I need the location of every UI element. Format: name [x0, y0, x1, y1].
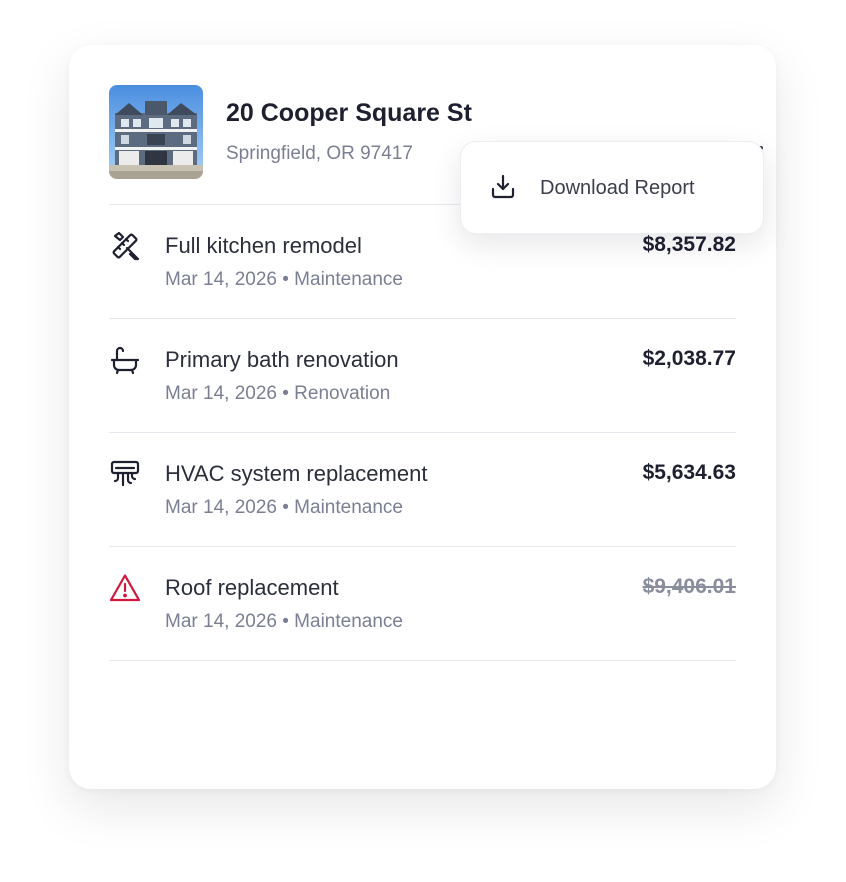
- project-amount: $2,038.77: [642, 347, 736, 370]
- tools-icon: [112, 231, 140, 261]
- bathtub-icon: [110, 346, 140, 375]
- project-amount: $9,406.01: [642, 575, 736, 598]
- project-subtitle: Mar 14, 2026 • Renovation: [165, 383, 391, 404]
- air-vent-icon: [110, 460, 140, 487]
- property-thumbnail[interactable]: [109, 85, 203, 179]
- project-row[interactable]: Roof replacement Mar 14, 2026 • Maintena…: [109, 546, 736, 661]
- download-report-menu-item[interactable]: Download Report: [461, 142, 763, 233]
- property-title: 20 Cooper Square St: [226, 99, 472, 127]
- project-subtitle: Mar 14, 2026 • Maintenance: [165, 611, 403, 632]
- project-list: Full kitchen remodel Mar 14, 2026 • Main…: [109, 204, 736, 661]
- project-subtitle: Mar 14, 2026 • Maintenance: [165, 269, 403, 290]
- project-title: HVAC system replacement: [165, 461, 428, 486]
- project-title: Roof replacement: [165, 575, 339, 600]
- download-icon: [491, 174, 515, 199]
- project-title: Full kitchen remodel: [165, 233, 362, 258]
- warning-icon: [109, 574, 141, 602]
- house-photo-icon: [109, 85, 203, 179]
- project-row[interactable]: Primary bath renovation Mar 14, 2026 • R…: [109, 318, 736, 432]
- menu-item-label: Download Report: [540, 177, 695, 199]
- property-address: Springfield, OR 97417: [226, 143, 413, 164]
- project-subtitle: Mar 14, 2026 • Maintenance: [165, 497, 403, 518]
- project-title: Primary bath renovation: [165, 347, 399, 372]
- actions-dropdown: Download Report: [460, 141, 764, 234]
- project-row[interactable]: HVAC system replacement Mar 14, 2026 • M…: [109, 432, 736, 546]
- project-amount: $5,634.63: [642, 461, 736, 484]
- project-amount: $8,357.82: [642, 233, 736, 256]
